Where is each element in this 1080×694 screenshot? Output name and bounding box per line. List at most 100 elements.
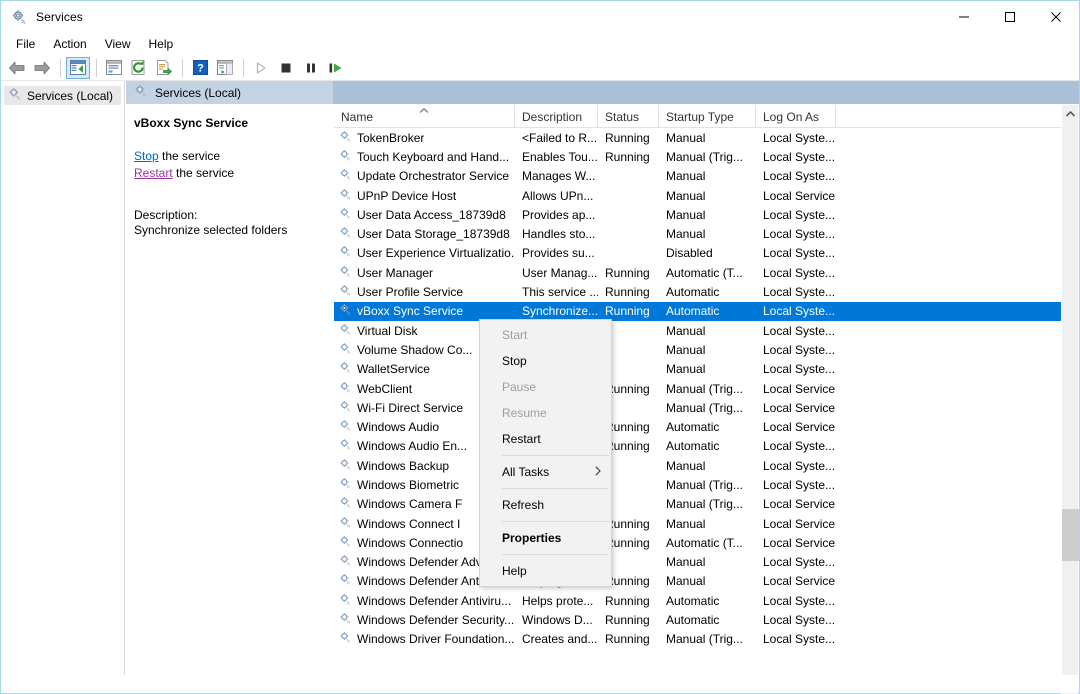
table-row[interactable]: User Profile Service This service ... Runn… — [334, 282, 1063, 301]
context-menu-item-stop[interactable]: Stop — [480, 348, 611, 374]
scrollbar-thumb[interactable] — [1062, 509, 1079, 561]
context-menu-item-label: Resume — [502, 406, 547, 420]
menu-action[interactable]: Action — [44, 34, 95, 54]
vertical-scrollbar[interactable] — [1061, 105, 1079, 694]
cell-startup: Manual — [666, 555, 706, 570]
table-row[interactable]: Windows Connect I Running Manual Local Serv… — [334, 514, 1063, 533]
table-row[interactable]: Windows Backup Manual Local Syste... — [334, 456, 1063, 475]
services-list-scroll-area: Name Description Status Startup Type Log On … — [334, 105, 1063, 694]
table-row[interactable]: Windows Biometric Manual (Trig... Local Sy… — [334, 475, 1063, 494]
table-row[interactable]: Windows Audio En... Running Automatic Local… — [334, 437, 1063, 456]
tree-node-services-local[interactable]: Services (Local) — [4, 86, 121, 105]
stop-service-link[interactable]: Stop — [134, 149, 159, 163]
context-menu-item-all-tasks[interactable]: All Tasks — [480, 459, 611, 485]
back-button[interactable] — [5, 57, 29, 79]
column-header-log-on-as[interactable]: Log On As — [756, 105, 836, 128]
context-menu-item-restart[interactable]: Restart — [480, 426, 611, 452]
cell-logon: Local Syste... — [763, 632, 836, 647]
table-row[interactable]: Windows Defender Antiviru...Helps guard.… — [334, 572, 1063, 591]
cell-description: Provides ap... — [522, 207, 596, 222]
table-row-selected[interactable]: vBoxx Sync Service Synchronize... Running A… — [334, 301, 1063, 321]
scroll-up-arrow-icon[interactable] — [1062, 105, 1079, 122]
context-menu-item-label: Start — [502, 328, 528, 342]
stop-service-button[interactable] — [274, 57, 298, 79]
table-row[interactable]: User Data Access_18739d8 Provides ap... Ma… — [334, 205, 1063, 224]
cell-name: Update Orchestrator Service — [334, 168, 515, 184]
table-row[interactable]: Wi-Fi Direct Service Manual (Trig... Local… — [334, 398, 1063, 417]
table-row[interactable]: Volume Shadow Co... Manual Local Syste... — [334, 340, 1063, 359]
table-row[interactable]: Touch Keyboard and Hand... Enables Tou...… — [334, 147, 1063, 166]
export-list-button[interactable] — [152, 57, 176, 79]
cell-name: Touch Keyboard and Hand... — [334, 149, 515, 165]
cell-status: Running — [605, 632, 650, 647]
context-menu-item-label: Help — [502, 564, 527, 578]
table-row[interactable]: WebClient Running Manual (Trig... Local Ser… — [334, 379, 1063, 398]
service-gear-icon — [339, 207, 352, 223]
show-action-pane-button[interactable] — [213, 57, 237, 79]
cell-logon: Local Service — [763, 188, 836, 203]
console-tree-pane: Services (Local) — [1, 81, 125, 693]
help-button[interactable]: ? — [188, 57, 212, 79]
forward-button[interactable] — [30, 57, 54, 79]
cell-description: Synchronize... — [522, 304, 598, 319]
cell-status: Running — [605, 285, 650, 300]
service-gear-icon — [339, 496, 352, 512]
service-gear-icon — [339, 438, 352, 454]
pause-service-button[interactable] — [299, 57, 323, 79]
table-row[interactable]: TokenBroker <Failed to R... Running Manual L… — [334, 128, 1063, 147]
start-service-button[interactable] — [249, 57, 273, 79]
column-header-label: Status — [605, 109, 640, 124]
maximize-button[interactable] — [987, 1, 1033, 32]
restart-service-button[interactable] — [324, 57, 348, 79]
column-header-name[interactable]: Name — [334, 105, 515, 128]
restart-service-link[interactable]: Restart — [134, 166, 173, 180]
column-header-startup-type[interactable]: Startup Type — [659, 105, 756, 128]
menu-file[interactable]: File — [7, 34, 44, 54]
cell-startup: Disabled — [666, 246, 713, 261]
menu-view[interactable]: View — [96, 34, 140, 54]
table-row[interactable]: User Manager User Manag... Running Automati… — [334, 263, 1063, 282]
cell-description: Handles sto... — [522, 227, 596, 242]
table-row[interactable]: Virtual Disk Manual Local Syste... — [334, 321, 1063, 340]
context-menu-item-start: Start — [480, 322, 611, 348]
table-row[interactable]: Windows Defender Advanc...Windows D...Ma… — [334, 553, 1063, 572]
restart-service-line: Restart the service — [134, 165, 325, 182]
table-row[interactable]: User Experience Virtualizatio... Provides… — [334, 244, 1063, 263]
cell-description: Helps prote... — [522, 593, 594, 608]
menu-help[interactable]: Help — [140, 34, 183, 54]
table-row[interactable]: Windows Audio Running Automatic Local Servi… — [334, 417, 1063, 436]
refresh-button[interactable] — [127, 57, 151, 79]
service-gear-icon — [339, 516, 352, 532]
table-row[interactable]: UPnP Device Host Allows UPn... Manual Local… — [334, 186, 1063, 205]
table-row[interactable]: User Data Storage_18739d8 Handles sto... M… — [334, 224, 1063, 243]
pane-header-strip: Services (Local) — [126, 81, 1079, 104]
pane-tab-services-local[interactable]: Services (Local) — [126, 81, 333, 104]
column-header-status[interactable]: Status — [598, 105, 659, 128]
service-gear-icon — [339, 554, 352, 570]
services-gear-icon — [8, 87, 22, 104]
table-row[interactable]: Windows Driver Foundation... Creates and.… — [334, 630, 1063, 649]
context-menu-item-properties[interactable]: Properties — [480, 525, 611, 551]
context-menu-item-help[interactable]: Help — [480, 558, 611, 584]
service-gear-icon — [339, 188, 352, 204]
cell-name: User Experience Virtualizatio... — [334, 245, 515, 261]
context-menu-item-refresh[interactable]: Refresh — [480, 492, 611, 518]
table-row[interactable]: Update Orchestrator Service Manages W... M… — [334, 167, 1063, 186]
minimize-button[interactable] — [941, 1, 987, 32]
services-list-rows: TokenBroker <Failed to R... Running Manual L… — [334, 128, 1063, 649]
table-row[interactable]: Windows Defender Security... Windows D...… — [334, 610, 1063, 629]
table-row[interactable]: Windows Defender Antiviru... Helps prote.… — [334, 591, 1063, 610]
table-row[interactable]: Windows Connectio Running Automatic (T... L… — [334, 533, 1063, 552]
cell-logon: Local Syste... — [763, 246, 836, 261]
properties-button[interactable] — [102, 57, 126, 79]
cell-status: Running — [605, 613, 650, 628]
table-row[interactable]: WalletService Manual Local Syste... — [334, 360, 1063, 379]
close-button[interactable] — [1033, 1, 1079, 32]
service-name-label: Windows Connectio — [357, 535, 464, 550]
context-menu-item-label: Properties — [502, 531, 562, 545]
context-menu-item-label: Restart — [502, 432, 541, 446]
show-hide-console-tree-button[interactable] — [66, 56, 90, 79]
column-header-description[interactable]: Description — [515, 105, 598, 128]
table-row[interactable]: Windows Camera F Manual (Trig... Local Ser… — [334, 495, 1063, 514]
cell-status: Running — [605, 130, 650, 145]
